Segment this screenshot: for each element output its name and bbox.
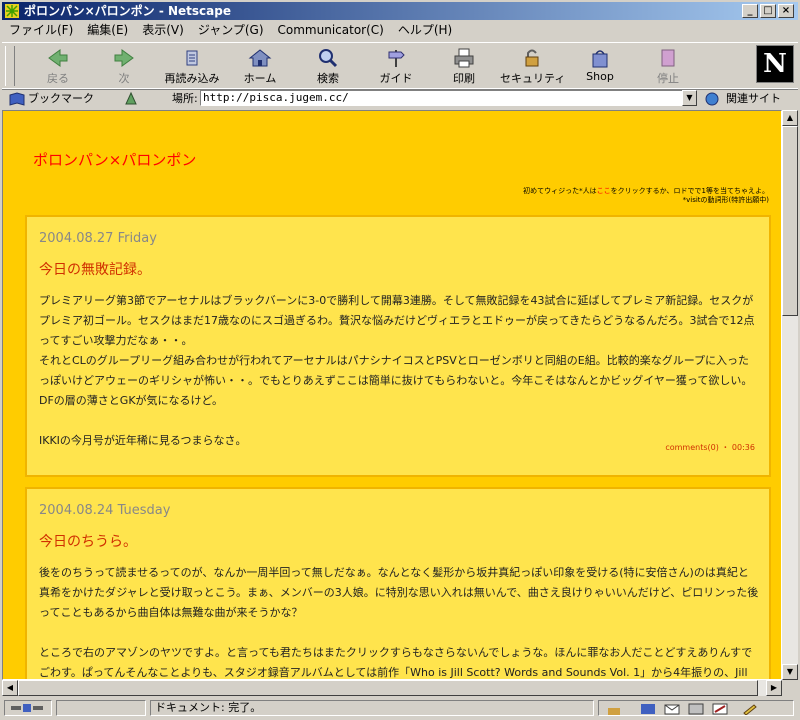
menu-edit[interactable]: 編集(E)	[80, 21, 135, 40]
page-proxy-icon[interactable]	[122, 90, 140, 108]
entry-date: 2004.08.27 Friday	[39, 231, 157, 246]
forward-button[interactable]: 次	[92, 45, 156, 87]
component-bar	[598, 700, 794, 716]
menu-go[interactable]: ジャンプ(G)	[191, 21, 271, 40]
scroll-right-button[interactable]: ▶	[766, 680, 782, 696]
reload-button[interactable]: 再読み込み	[160, 45, 224, 87]
entry-body: 後をのちうって読ませるってのが、なんか一周半回って無しだなぁ。なんとなく髪形から…	[39, 566, 759, 679]
print-button[interactable]: 印刷	[432, 45, 496, 87]
bookmark-icon	[9, 92, 25, 106]
menu-bar: ファイル(F) 編集(E) 表示(V) ジャンプ(G) Communicator…	[2, 21, 798, 40]
status-text: ドキュメント: 完了。	[150, 700, 594, 716]
entry-body: プレミアリーグ第3節でアーセナルはブラックバーンに3-0で勝利して開幕3連勝。そ…	[39, 294, 755, 447]
scroll-down-button[interactable]: ▼	[782, 664, 798, 680]
composer-icon[interactable]	[711, 703, 729, 715]
search-button[interactable]: 検索	[296, 45, 360, 87]
blog-entry: 2004.08.24 Tuesday 今日のちうら。 後をのちうって読ませるって…	[25, 487, 771, 679]
shopping-bag-icon	[592, 50, 608, 68]
horizontal-scroll-thumb[interactable]	[18, 680, 758, 696]
guide-signpost-icon	[388, 50, 405, 67]
intro-note: 初めてウィジった*人はここをクリックするか、ロドでで1等を当てちゃえよ。 *vi…	[523, 187, 769, 204]
bookmarks-button[interactable]: ブックマーク	[9, 91, 94, 107]
related-sites-button[interactable]: 関連サイト	[702, 91, 781, 107]
location-label: 場所:	[172, 92, 198, 105]
here-link[interactable]: ここ	[597, 187, 611, 195]
entry-date: 2004.08.24 Tuesday	[39, 503, 171, 518]
title-bar[interactable]: ポロンパン×パロンポン - Netscape _ □ ×	[2, 2, 798, 20]
reload-icon	[186, 50, 198, 66]
security-button[interactable]: セキュリティ	[500, 45, 565, 87]
shop-button[interactable]: Shop	[568, 45, 632, 87]
back-arrow-icon	[48, 49, 68, 67]
page-viewport[interactable]: ポロンパン×パロンポン 初めてウィジった*人はここをクリックするか、ロドでで1等…	[2, 110, 782, 680]
home-button[interactable]: ホーム	[228, 45, 292, 87]
connection-status	[4, 700, 52, 716]
stop-button[interactable]: 停止	[636, 45, 700, 87]
browser-window: ポロンパン×パロンポン - Netscape _ □ × ファイル(F) 編集(…	[0, 0, 800, 720]
netscape-logo[interactable]: N	[756, 45, 794, 83]
vertical-scrollbar[interactable]: ▲ ▼	[782, 110, 798, 680]
blog-entry: 2004.08.27 Friday 今日の無敗記録。 プレミアリーグ第3節でアー…	[25, 215, 771, 477]
window-title: ポロンパン×パロンポン - Netscape	[24, 4, 231, 18]
site-title[interactable]: ポロンパン×パロンポン	[33, 149, 196, 170]
toolbar-grip[interactable]	[5, 46, 15, 86]
guide-button[interactable]: ガイド	[364, 45, 428, 87]
mail-icon[interactable]	[663, 703, 681, 715]
home-icon	[248, 49, 272, 67]
horizontal-scrollbar[interactable]: ◀ ▶	[2, 680, 782, 696]
printer-icon	[454, 48, 474, 68]
location-input[interactable]: http://pisca.jugem.cc/	[200, 90, 696, 106]
edit-page-icon[interactable]	[741, 703, 759, 715]
entry-title[interactable]: 今日のちうら。	[39, 531, 137, 551]
navigation-toolbar: 戻る 次 再読み込み ホーム 検索 ガイド 印刷 セキュリティ Shop 停止 …	[2, 42, 798, 90]
padlock-icon	[525, 49, 539, 67]
navigator-icon[interactable]	[639, 703, 657, 715]
menu-help[interactable]: ヘルプ(H)	[391, 21, 459, 40]
stop-icon	[661, 49, 675, 67]
scroll-left-button[interactable]: ◀	[2, 680, 18, 696]
menu-communicator[interactable]: Communicator(C)	[271, 21, 391, 40]
scroll-up-button[interactable]: ▲	[782, 110, 798, 126]
progress-bar	[56, 700, 146, 716]
newsgroup-icon[interactable]	[687, 703, 705, 715]
location-bar: ブックマーク 場所: http://pisca.jugem.cc/ ▼ 関連サイ…	[2, 88, 798, 109]
menu-view[interactable]: 表示(V)	[135, 21, 191, 40]
related-sites-icon	[705, 92, 719, 106]
minimize-button[interactable]: _	[742, 4, 758, 18]
close-button[interactable]: ×	[778, 4, 794, 18]
entry-title[interactable]: 今日の無敗記録。	[39, 259, 151, 279]
maximize-button[interactable]: □	[760, 4, 776, 18]
app-icon	[5, 4, 19, 18]
search-icon	[319, 49, 338, 68]
back-button[interactable]: 戻る	[26, 45, 90, 87]
entry-meta-link[interactable]: comments(0) ・ 00:36	[665, 442, 755, 453]
security-status-icon[interactable]	[605, 703, 623, 715]
bookmarks-label: ブックマーク	[28, 92, 94, 105]
vertical-scroll-thumb[interactable]	[782, 126, 798, 316]
connection-plug-icon	[11, 704, 43, 712]
menu-file[interactable]: ファイル(F)	[2, 21, 80, 40]
forward-arrow-icon	[114, 49, 134, 67]
location-dropdown-button[interactable]: ▼	[682, 90, 697, 106]
status-bar: ドキュメント: 完了。	[2, 698, 798, 718]
